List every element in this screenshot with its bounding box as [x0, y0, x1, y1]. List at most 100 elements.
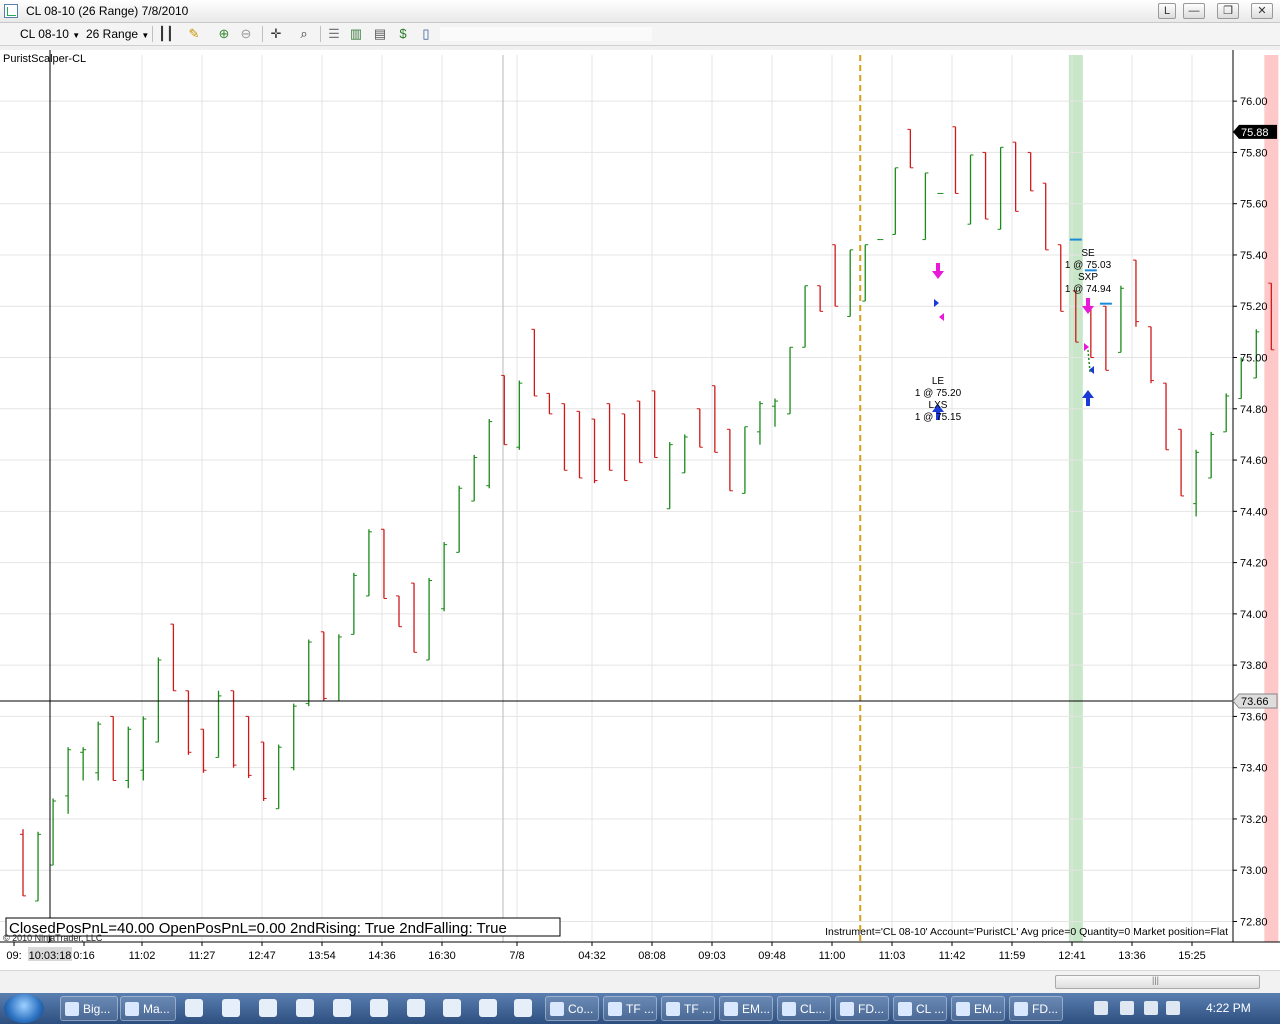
- toolbar-divider: [262, 26, 263, 42]
- indicators-icon[interactable]: ▥: [348, 26, 364, 42]
- taskbar: Big... Ma... Co... TF ... TF ... EM... C…: [0, 993, 1280, 1024]
- y-tick-label: 74.20: [1240, 558, 1268, 570]
- task-button[interactable]: Co...: [545, 996, 599, 1021]
- x-tick-label: 09:: [6, 950, 21, 962]
- dollar-icon[interactable]: $: [395, 26, 411, 42]
- drawing-pencil-icon[interactable]: ✎: [186, 26, 202, 42]
- x-tick-label: 14:36: [368, 950, 396, 962]
- trade-annotation: 1 @ 75.15: [915, 412, 962, 423]
- cone-icon[interactable]: [407, 999, 425, 1017]
- y-tick-label: 74.60: [1240, 455, 1268, 467]
- price-chart[interactable]: LE1 @ 75.20LXS1 @ 75.15 SE1 @ 75.03SXP1 @…: [0, 50, 1280, 970]
- printer-icon[interactable]: [1094, 1001, 1108, 1015]
- horizontal-scrollbar[interactable]: |||: [0, 970, 1280, 993]
- ie-icon: [65, 1002, 79, 1016]
- app-icon[interactable]: [333, 999, 351, 1017]
- x-tick-label: 0:16: [73, 950, 94, 962]
- data-box-icon[interactable]: ⌕: [296, 26, 312, 42]
- minimize-button[interactable]: —: [1183, 3, 1205, 19]
- zoom-in-icon[interactable]: ⊕: [216, 26, 232, 42]
- bar-style-icon[interactable]: ┃┃: [158, 26, 174, 42]
- task-button[interactable]: TF ...: [661, 996, 715, 1021]
- x-tick-label: 11:27: [189, 950, 216, 962]
- x-tick-label: 13:54: [308, 950, 336, 962]
- crosshair-price-label: 73.66: [1241, 696, 1269, 708]
- task-button[interactable]: Ma...: [120, 996, 176, 1021]
- trade-annotation: 1 @ 75.20: [915, 388, 962, 399]
- task-button[interactable]: Big...: [60, 996, 118, 1021]
- clock: 4:22 PM: [1206, 1001, 1251, 1015]
- last-price-label: 75.88: [1241, 127, 1269, 139]
- y-tick-label: 76.00: [1240, 96, 1268, 108]
- chart-area[interactable]: LE 1 @ 75.20 LXS 1 @ 75.15 SE 1 @ 75.03 SXP 1 @…: [0, 50, 1280, 970]
- app-icon: [550, 1002, 564, 1016]
- trade-annotation: 1 @ 74.94: [1065, 284, 1112, 295]
- start-button[interactable]: [4, 994, 44, 1023]
- y-tick-label: 75.60: [1240, 199, 1268, 211]
- instrument-selector[interactable]: CL 08-10 ▼: [20, 26, 80, 42]
- x-tick-label: 12:41: [1058, 950, 1086, 962]
- app-icon: [608, 1002, 622, 1016]
- properties-icon[interactable]: ☰: [326, 26, 342, 42]
- y-tick-label: 73.80: [1240, 660, 1268, 672]
- task-button[interactable]: FD...: [835, 996, 889, 1021]
- crosshair-icon[interactable]: ✛: [268, 26, 284, 42]
- app-icon: [898, 1002, 912, 1016]
- folder-icon[interactable]: [185, 999, 203, 1017]
- task-button[interactable]: EM...: [951, 996, 1005, 1021]
- app-icon[interactable]: [370, 999, 388, 1017]
- x-tick-label: 11:42: [939, 950, 966, 962]
- task-button[interactable]: CL...: [777, 996, 831, 1021]
- link-button[interactable]: L: [1158, 3, 1176, 19]
- y-tick-label: 75.40: [1240, 250, 1268, 262]
- x-tick-label: 04:32: [578, 950, 606, 962]
- x-tick-label: 11:00: [819, 950, 846, 962]
- y-tick-label: 73.60: [1240, 711, 1268, 723]
- x-tick-label: 15:25: [1178, 950, 1206, 962]
- instrument-label: CL 08-10: [20, 27, 69, 41]
- toolbar-blank-field: [440, 27, 652, 41]
- strategies-icon[interactable]: ▤: [372, 26, 388, 42]
- system-tray: 4:22 PM: [1090, 993, 1280, 1024]
- restore-button[interactable]: ❐: [1217, 3, 1239, 19]
- task-label: CL...: [800, 1002, 826, 1016]
- task-button[interactable]: FD...: [1009, 996, 1063, 1021]
- app-icon: [724, 1002, 738, 1016]
- task-label: TF ...: [684, 1002, 712, 1016]
- close-button[interactable]: ✕: [1251, 3, 1273, 19]
- task-button[interactable]: EM...: [719, 996, 773, 1021]
- app-icon[interactable]: [514, 999, 532, 1017]
- y-tick-label: 72.80: [1240, 916, 1268, 928]
- printer-icon[interactable]: [296, 999, 314, 1017]
- y-tick-label: 73.20: [1240, 814, 1268, 826]
- period-selector[interactable]: 26 Range ▼: [86, 26, 149, 42]
- toolbar-divider: [152, 26, 153, 42]
- task-button[interactable]: CL ...: [893, 996, 947, 1021]
- chart-background: [0, 50, 1280, 970]
- flag-icon[interactable]: [1120, 1001, 1134, 1015]
- chart-trader-icon[interactable]: ▯: [418, 26, 434, 42]
- network-icon[interactable]: [1144, 1001, 1158, 1015]
- app-icon[interactable]: [443, 999, 461, 1017]
- pen-icon[interactable]: [479, 999, 497, 1017]
- media-icon[interactable]: [222, 999, 240, 1017]
- ie-icon: [125, 1002, 139, 1016]
- y-tick-label: 74.00: [1240, 609, 1268, 621]
- y-tick-label: 74.80: [1240, 404, 1268, 416]
- grip-icon: |||: [1152, 975, 1160, 985]
- x-tick-label: 11:02: [129, 950, 156, 962]
- x-tick-label: 09:03: [698, 950, 726, 962]
- chevron-down-icon: ▼: [141, 31, 150, 40]
- chevron-down-icon: ▼: [72, 31, 81, 40]
- task-button[interactable]: TF ...: [603, 996, 657, 1021]
- app-icon[interactable]: [259, 999, 277, 1017]
- y-tick-label: 75.00: [1240, 353, 1268, 365]
- zoom-out-icon[interactable]: ⊖: [238, 26, 254, 42]
- task-label: Co...: [568, 1002, 594, 1016]
- trade-annotation: 1 @ 75.03: [1065, 260, 1112, 271]
- toolbar-divider: [320, 26, 321, 42]
- highlight-band: [1264, 55, 1279, 942]
- x-tick-label: 11:03: [879, 950, 906, 962]
- volume-icon[interactable]: [1166, 1001, 1180, 1015]
- y-tick-label: 75.80: [1240, 147, 1268, 159]
